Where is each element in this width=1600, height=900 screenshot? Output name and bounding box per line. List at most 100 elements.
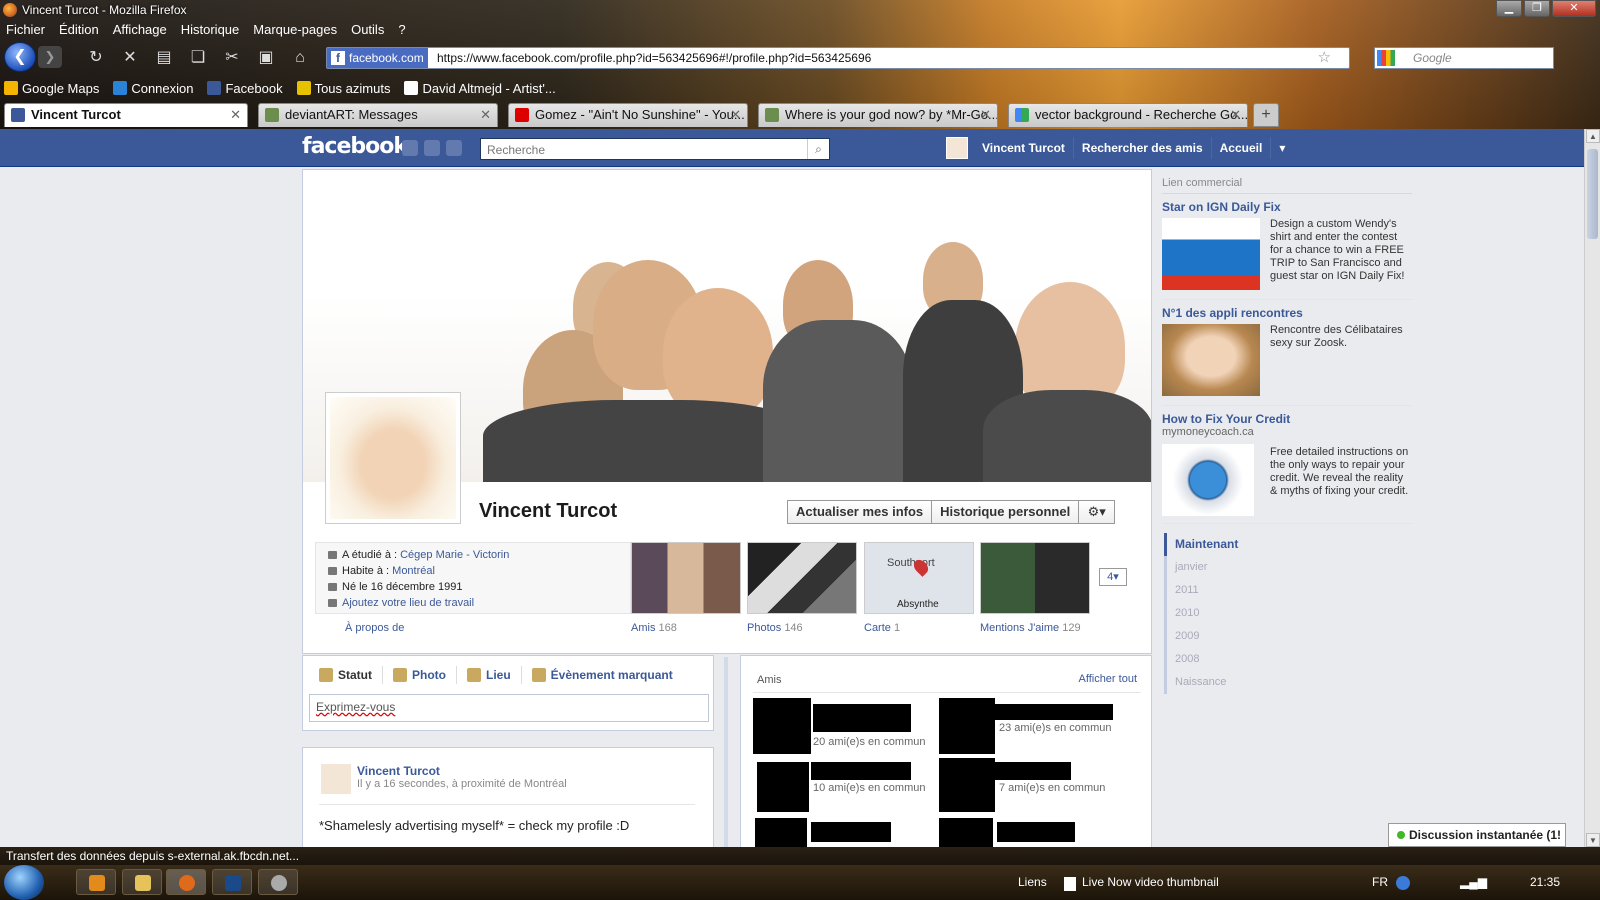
city-link[interactable]: Montréal bbox=[392, 565, 435, 577]
composer-tab-place[interactable]: Lieu bbox=[457, 666, 522, 684]
bookmark-star-icon[interactable]: ☆ bbox=[1318, 48, 1331, 68]
friend-requests-icon[interactable] bbox=[402, 140, 418, 156]
maximize-button[interactable]: ❐ bbox=[1524, 0, 1550, 17]
minimize-button[interactable]: ▁ bbox=[1496, 0, 1522, 17]
ad-title[interactable]: Star on IGN Daily Fix bbox=[1162, 200, 1412, 214]
reload-icon[interactable]: ↻ bbox=[86, 48, 106, 68]
url-text[interactable]: https://www.facebook.com/profile.php?id=… bbox=[437, 48, 871, 68]
menu-edition[interactable]: Édition bbox=[59, 22, 99, 40]
links-toolbar[interactable]: Liens bbox=[1018, 875, 1047, 889]
timeline-2008[interactable]: 2008 bbox=[1167, 648, 1284, 671]
tab-youtube[interactable]: Gomez - "Ain't No Sunshine" - You... ✕ bbox=[508, 103, 748, 127]
ad-image[interactable] bbox=[1162, 218, 1260, 290]
status-input[interactable]: Exprimez-vous bbox=[309, 694, 709, 722]
composer-tab-status[interactable]: Statut bbox=[319, 666, 383, 684]
add-work-link[interactable]: Ajoutez votre lieu de travail bbox=[342, 597, 474, 609]
scroll-up-icon[interactable]: ▲ bbox=[1586, 129, 1600, 143]
copy-icon[interactable]: ❏ bbox=[188, 48, 208, 68]
friend-photo[interactable] bbox=[755, 818, 807, 847]
profile-picture[interactable] bbox=[325, 392, 461, 524]
bookmark-facebook[interactable]: Facebook bbox=[207, 80, 283, 96]
friend-name[interactable] bbox=[813, 704, 911, 732]
ad-title[interactable]: N°1 des appli rencontres bbox=[1162, 306, 1412, 320]
notifications-icon[interactable] bbox=[446, 140, 462, 156]
messages-icon[interactable] bbox=[424, 140, 440, 156]
start-button[interactable] bbox=[4, 865, 44, 900]
menu-historique[interactable]: Historique bbox=[181, 22, 240, 40]
photos-link[interactable]: Photos 146 bbox=[747, 622, 803, 634]
chevron-down-icon[interactable]: ▾ bbox=[1271, 137, 1293, 159]
close-tab-icon[interactable]: ✕ bbox=[480, 104, 491, 126]
home-icon[interactable]: ⌂ bbox=[290, 48, 310, 68]
more-sections-button[interactable]: 4▾ bbox=[1099, 568, 1127, 586]
friends-thumbnail[interactable] bbox=[631, 542, 741, 614]
close-tab-icon[interactable]: ✕ bbox=[980, 104, 991, 126]
taskbar-media-player[interactable] bbox=[76, 869, 116, 895]
bookmark-connexion[interactable]: Connexion bbox=[113, 80, 193, 96]
browser-search-box[interactable]: Google bbox=[1374, 47, 1554, 69]
friend-photo[interactable] bbox=[757, 762, 809, 812]
site-identity[interactable]: facebook.com bbox=[327, 48, 428, 68]
friend-photo[interactable] bbox=[939, 818, 993, 847]
timeline-birth[interactable]: Naissance bbox=[1167, 671, 1284, 694]
ad-title[interactable]: How to Fix Your Credit bbox=[1162, 412, 1412, 426]
live-now-item[interactable]: Live Now video thumbnail bbox=[1082, 875, 1219, 889]
new-tab-button[interactable]: + bbox=[1253, 103, 1279, 127]
ad-item[interactable]: Star on IGN Daily Fix Design a custom We… bbox=[1162, 200, 1412, 300]
friend-name[interactable] bbox=[811, 822, 891, 842]
menu-fichier[interactable]: Fichier bbox=[6, 22, 45, 40]
friend-name[interactable] bbox=[995, 762, 1071, 780]
update-info-button[interactable]: Actualiser mes infos bbox=[787, 500, 933, 524]
facebook-search-input[interactable]: Recherche ⌕ bbox=[480, 138, 830, 160]
timeline-2010[interactable]: 2010 bbox=[1167, 602, 1284, 625]
avatar[interactable] bbox=[321, 764, 351, 794]
bookmark-david-altmejd[interactable]: David Altmejd - Artist'... bbox=[404, 80, 556, 96]
ad-item[interactable]: N°1 des appli rencontres Rencontre des C… bbox=[1162, 306, 1412, 406]
see-all-friends-link[interactable]: Afficher tout bbox=[1079, 673, 1138, 685]
ad-item[interactable]: How to Fix Your Credit mymoneycoach.ca F… bbox=[1162, 412, 1412, 524]
timeline-2009[interactable]: 2009 bbox=[1167, 625, 1284, 648]
friend-photo[interactable] bbox=[939, 698, 995, 754]
menu-help[interactable]: ? bbox=[398, 22, 405, 40]
cut-icon[interactable]: ✂ bbox=[222, 48, 242, 68]
friend-photo[interactable] bbox=[939, 758, 995, 812]
help-icon[interactable] bbox=[1396, 876, 1410, 890]
chat-bar[interactable]: Discussion instantanée (1! bbox=[1388, 823, 1566, 847]
taskbar-firefox[interactable] bbox=[166, 869, 206, 895]
menu-affichage[interactable]: Affichage bbox=[113, 22, 167, 40]
scrollbar-thumb[interactable] bbox=[1587, 149, 1598, 239]
print-icon[interactable]: ▤ bbox=[154, 48, 174, 68]
about-link[interactable]: À propos de bbox=[345, 622, 404, 634]
activity-log-button[interactable]: Historique personnel bbox=[932, 500, 1080, 524]
tab-deviantart-2[interactable]: Where is your god now? by *Mr-Go... ✕ bbox=[758, 103, 998, 127]
timeline-2011[interactable]: 2011 bbox=[1167, 579, 1284, 602]
profile-name[interactable]: Vincent Turcot bbox=[479, 500, 617, 523]
nav-home-link[interactable]: Accueil bbox=[1212, 137, 1272, 159]
taskbar-photoshop[interactable] bbox=[212, 869, 252, 895]
tab-vincent-turcot[interactable]: Vincent Turcot ✕ bbox=[4, 103, 248, 127]
close-tab-icon[interactable]: ✕ bbox=[1230, 104, 1241, 126]
avatar[interactable] bbox=[946, 137, 968, 159]
timeline-january[interactable]: janvier bbox=[1167, 556, 1284, 579]
nav-find-friends-link[interactable]: Rechercher des amis bbox=[1074, 137, 1212, 159]
friend-name[interactable] bbox=[995, 704, 1113, 720]
menu-marque-pages[interactable]: Marque-pages bbox=[253, 22, 337, 40]
network-icon[interactable]: ▂▄▆ bbox=[1460, 875, 1487, 889]
clock[interactable]: 21:35 bbox=[1530, 875, 1560, 889]
bookmark-tous-azimuts[interactable]: Tous azimuts bbox=[296, 80, 390, 96]
friends-link[interactable]: Amis 168 bbox=[631, 622, 677, 634]
back-button[interactable]: ❮ bbox=[4, 42, 36, 72]
likes-link[interactable]: Mentions J'aime 129 bbox=[980, 622, 1081, 634]
post-author[interactable]: Vincent Turcot bbox=[357, 764, 440, 778]
facebook-logo[interactable]: facebook bbox=[302, 134, 408, 159]
ad-image[interactable] bbox=[1162, 324, 1260, 396]
scroll-down-icon[interactable]: ▼ bbox=[1586, 833, 1600, 847]
tab-google-search[interactable]: vector background - Recherche Go... ✕ bbox=[1008, 103, 1248, 127]
wrench-icon[interactable] bbox=[1162, 444, 1254, 516]
composer-tab-life-event[interactable]: Évènement marquant bbox=[522, 666, 683, 684]
stop-icon[interactable]: ✕ bbox=[120, 48, 140, 68]
vertical-scrollbar[interactable]: ▲ ▼ bbox=[1584, 129, 1600, 847]
bookmark-google-maps[interactable]: Google Maps bbox=[4, 80, 99, 96]
friend-photo[interactable] bbox=[753, 698, 811, 754]
search-icon[interactable]: ⌕ bbox=[807, 139, 829, 159]
